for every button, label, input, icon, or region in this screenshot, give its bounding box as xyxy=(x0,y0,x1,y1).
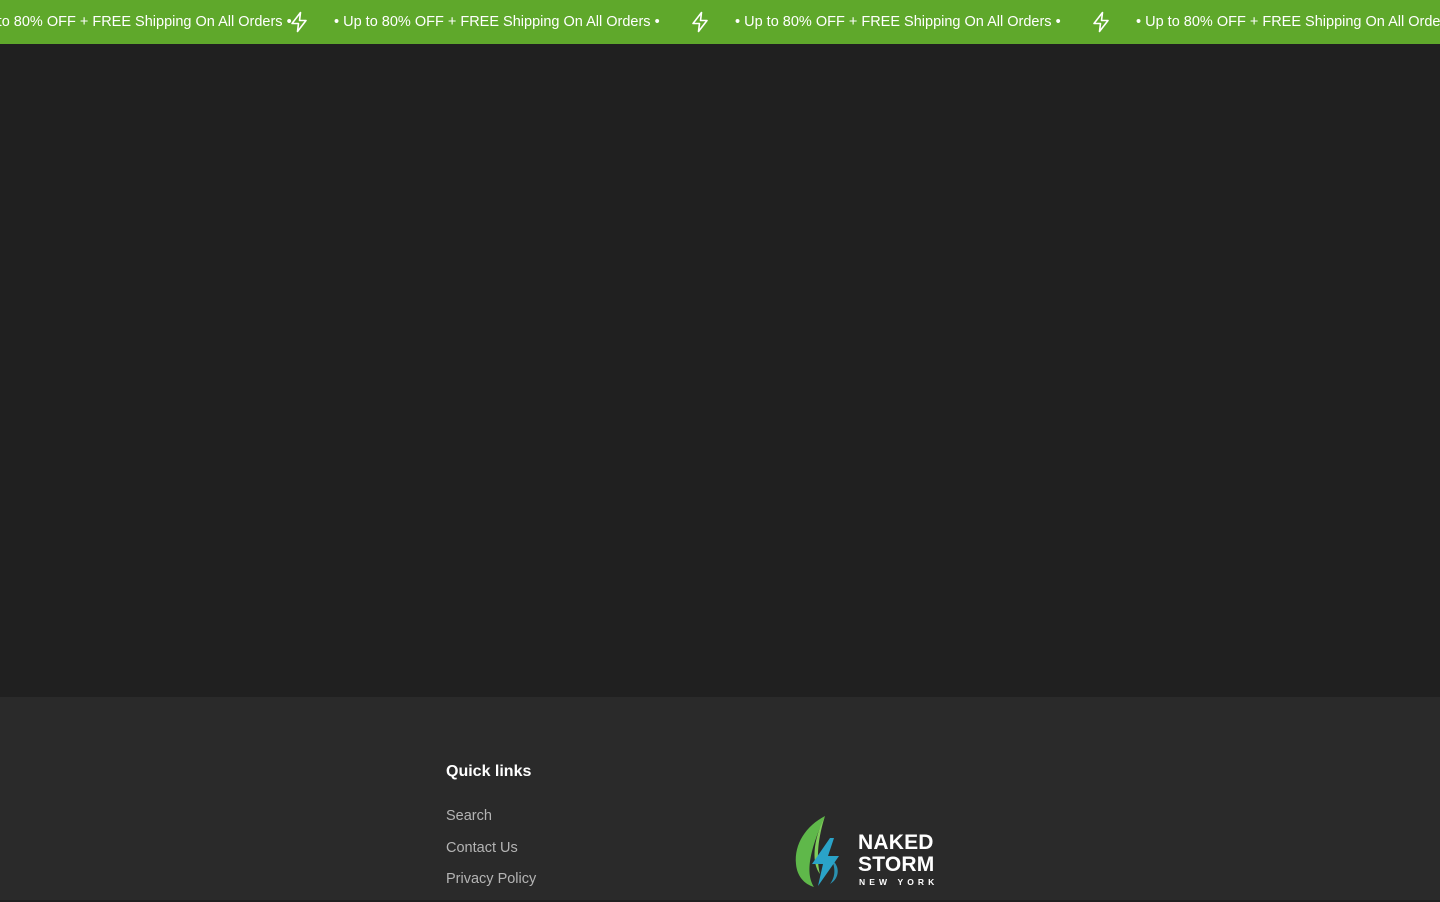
main-content-area xyxy=(0,44,1440,697)
announcement-bar: • Up to 80% OFF + FREE Shipping On All O… xyxy=(0,0,1440,44)
lightning-bolt-icon xyxy=(1093,11,1109,33)
quick-links-list: Search Contact Us Privacy Policy xyxy=(446,807,536,902)
quick-links-heading: Quick links xyxy=(446,763,532,780)
announcement-ticker: • Up to 80% OFF + FREE Shipping On All O… xyxy=(0,0,1440,44)
list-item: Contact Us xyxy=(446,839,536,871)
list-item: Search xyxy=(446,807,536,839)
logo-text-line3: NEW YORK xyxy=(859,877,939,887)
privacy-policy-link[interactable]: Privacy Policy xyxy=(446,871,536,887)
site-footer: Quick links Search Contact Us Privacy Po… xyxy=(0,697,1440,900)
lightning-bolt-icon xyxy=(692,11,708,33)
logo-text-line2: STORM xyxy=(858,853,935,876)
brand-logo[interactable]: NAKED STORM NEW YORK xyxy=(792,814,942,890)
lightning-bolt-icon xyxy=(291,11,307,33)
announcement-text: • Up to 80% OFF + FREE Shipping On All O… xyxy=(0,14,292,30)
leaf-bolt-logo-icon xyxy=(795,816,839,887)
announcement-text: • Up to 80% OFF + FREE Shipping On All O… xyxy=(1136,14,1440,30)
logo-text-line1: NAKED xyxy=(858,831,934,854)
contact-us-link[interactable]: Contact Us xyxy=(446,840,518,856)
list-item: Privacy Policy xyxy=(446,870,536,902)
announcement-text: • Up to 80% OFF + FREE Shipping On All O… xyxy=(735,14,1061,30)
search-link[interactable]: Search xyxy=(446,808,492,824)
announcement-text: • Up to 80% OFF + FREE Shipping On All O… xyxy=(334,14,660,30)
